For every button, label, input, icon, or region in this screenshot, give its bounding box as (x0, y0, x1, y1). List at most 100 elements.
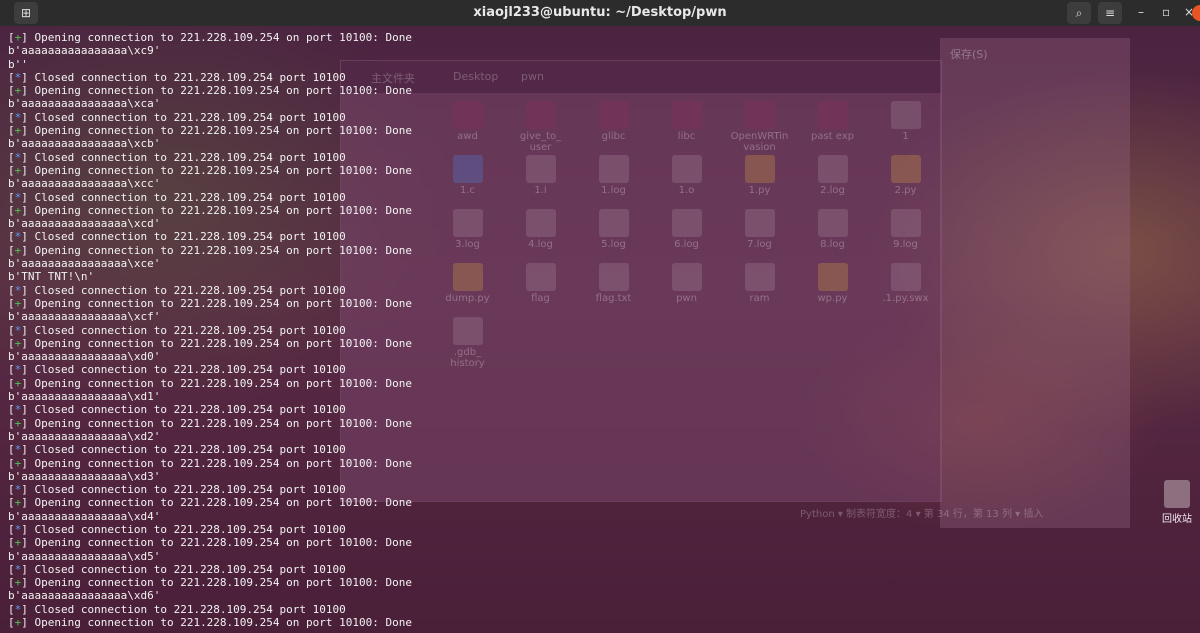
status-plus-marker: [+] (8, 536, 35, 550)
terminal-line: [*] Closed connection to 221.228.109.254… (8, 563, 1198, 576)
terminal-line: [*] Closed connection to 221.228.109.254… (8, 230, 1198, 243)
status-plus-marker: [+] (8, 376, 35, 390)
search-button[interactable]: ⌕ (1067, 2, 1091, 24)
status-star-marker: [*] (8, 363, 35, 377)
terminal-line-text: b'' (8, 57, 28, 71)
terminal-line: [+] Opening connection to 221.228.109.25… (8, 457, 1198, 470)
terminal-line: b'aaaaaaaaaaaaaaaa\xd0' (8, 350, 1198, 363)
terminal-line-text: Closed connection to 221.228.109.254 por… (34, 483, 346, 497)
status-plus-marker: [+] (8, 84, 35, 98)
status-plus-marker: [+] (8, 616, 35, 630)
terminal-line: [+] Opening connection to 221.228.109.25… (8, 124, 1198, 137)
terminal-line-text: b'aaaaaaaaaaaaaaaa\xd3' (8, 469, 161, 483)
status-star-marker: [*] (8, 443, 35, 457)
terminal-line-text: Opening connection to 221.228.109.254 on… (34, 84, 413, 98)
search-icon: ⌕ (1075, 5, 1083, 20)
terminal-line-text: b'aaaaaaaaaaaaaaaa\xd1' (8, 390, 161, 404)
terminal-line: b'aaaaaaaaaaaaaaaa\xce' (8, 257, 1198, 270)
terminal-line-text: Opening connection to 221.228.109.254 on… (34, 203, 413, 217)
status-plus-marker: [+] (8, 456, 35, 470)
status-star-marker: [*] (8, 483, 35, 497)
terminal-line: b'TNT TNT!\n' (8, 270, 1198, 283)
terminal-line-text: Opening connection to 221.228.109.254 on… (34, 616, 413, 630)
terminal-line: b'aaaaaaaaaaaaaaaa\xd4' (8, 510, 1198, 523)
terminal-line-text: Opening connection to 221.228.109.254 on… (34, 124, 413, 138)
terminal-line-text: Closed connection to 221.228.109.254 por… (34, 70, 346, 84)
terminal-line-text: Closed connection to 221.228.109.254 por… (34, 190, 346, 204)
minimize-button[interactable]: – (1138, 5, 1144, 19)
terminal-line-text: b'aaaaaaaaaaaaaaaa\xd2' (8, 429, 161, 443)
terminal-line: [*] Closed connection to 221.228.109.254… (8, 324, 1198, 337)
terminal-line-text: Closed connection to 221.228.109.254 por… (34, 403, 346, 417)
terminal-line-text: Opening connection to 221.228.109.254 on… (34, 376, 413, 390)
terminal-line: [+] Opening connection to 221.228.109.25… (8, 244, 1198, 257)
status-plus-marker: [+] (8, 243, 35, 257)
terminal-line: [*] Closed connection to 221.228.109.254… (8, 363, 1198, 376)
maximize-button[interactable]: ▫ (1162, 5, 1170, 19)
terminal-line-text: Closed connection to 221.228.109.254 por… (34, 150, 346, 164)
terminal-line: [+] Opening connection to 221.228.109.25… (8, 377, 1198, 390)
terminal-line-text: b'aaaaaaaaaaaaaaaa\xcf' (8, 310, 161, 324)
status-plus-marker: [+] (8, 336, 35, 350)
terminal-line-text: Opening connection to 221.228.109.254 on… (34, 336, 413, 350)
terminal-line: b'aaaaaaaaaaaaaaaa\xcf' (8, 310, 1198, 323)
status-plus-marker: [+] (8, 496, 35, 510)
terminal-line: [*] Closed connection to 221.228.109.254… (8, 483, 1198, 496)
terminal-line: [+] Opening connection to 221.228.109.25… (8, 536, 1198, 549)
terminal-line: b'aaaaaaaaaaaaaaaa\xd3' (8, 470, 1198, 483)
terminal-line: b'aaaaaaaaaaaaaaaa\xc9' (8, 44, 1198, 57)
status-star-marker: [*] (8, 230, 35, 244)
terminal-titlebar: ⊞ xiaojl233@ubuntu: ~/Desktop/pwn ⌕ ≡ – … (0, 0, 1200, 26)
terminal-line: [+] Opening connection to 221.228.109.25… (8, 204, 1198, 217)
terminal-line-text: Closed connection to 221.228.109.254 por… (34, 323, 346, 337)
status-plus-marker: [+] (8, 576, 35, 590)
menu-button[interactable]: ≡ (1098, 2, 1122, 24)
status-star-marker: [*] (8, 283, 35, 297)
status-plus-marker: [+] (8, 296, 35, 310)
terminal-line: b'aaaaaaaaaaaaaaaa\xd2' (8, 430, 1198, 443)
terminal-line: b'aaaaaaaaaaaaaaaa\xcc' (8, 177, 1198, 190)
terminal-line: [+] Opening connection to 221.228.109.25… (8, 616, 1198, 629)
status-star-marker: [*] (8, 403, 35, 417)
status-plus-marker: [+] (8, 163, 35, 177)
terminal-line: [*] Closed connection to 221.228.109.254… (8, 191, 1198, 204)
terminal-line-text: Closed connection to 221.228.109.254 por… (34, 283, 346, 297)
terminal-line: [+] Opening connection to 221.228.109.25… (8, 337, 1198, 350)
status-star-marker: [*] (8, 150, 35, 164)
terminal-line: [*] Closed connection to 221.228.109.254… (8, 443, 1198, 456)
terminal-line-text: Opening connection to 221.228.109.254 on… (34, 416, 413, 430)
terminal-line: b'aaaaaaaaaaaaaaaa\xd6' (8, 589, 1198, 602)
status-plus-marker: [+] (8, 416, 35, 430)
status-plus-marker: [+] (8, 124, 35, 138)
terminal-line: [*] Closed connection to 221.228.109.254… (8, 71, 1198, 84)
terminal-line-text: Closed connection to 221.228.109.254 por… (34, 522, 346, 536)
terminal-line: [+] Opening connection to 221.228.109.25… (8, 164, 1198, 177)
terminal-line: b'aaaaaaaaaaaaaaaa\xd5' (8, 550, 1198, 563)
terminal-line-text: Opening connection to 221.228.109.254 on… (34, 31, 413, 44)
terminal-line: [*] Closed connection to 221.228.109.254… (8, 603, 1198, 616)
status-plus-marker: [+] (8, 203, 35, 217)
terminal-line: [*] Closed connection to 221.228.109.254… (8, 111, 1198, 124)
hamburger-menu-icon: ≡ (1104, 6, 1116, 20)
terminal-line-text: Opening connection to 221.228.109.254 on… (34, 536, 413, 550)
terminal-line-text: b'aaaaaaaaaaaaaaaa\xd0' (8, 350, 161, 364)
terminal-line: [+] Opening connection to 221.228.109.25… (8, 297, 1198, 310)
status-star-marker: [*] (8, 190, 35, 204)
terminal-line-text: Closed connection to 221.228.109.254 por… (34, 443, 346, 457)
terminal-output[interactable]: [+] Opening connection to 221.228.109.25… (8, 31, 1198, 631)
terminal-line-text: Closed connection to 221.228.109.254 por… (34, 363, 346, 377)
terminal-line: [+] Opening connection to 221.228.109.25… (8, 84, 1198, 97)
status-star-marker: [*] (8, 562, 35, 576)
terminal-line: [*] Closed connection to 221.228.109.254… (8, 523, 1198, 536)
terminal-line: b'aaaaaaaaaaaaaaaa\xcb' (8, 137, 1198, 150)
status-star-marker: [*] (8, 70, 35, 84)
terminal-line: b'' (8, 58, 1198, 71)
terminal-line: b'aaaaaaaaaaaaaaaa\xd1' (8, 390, 1198, 403)
terminal-line-text: Opening connection to 221.228.109.254 on… (34, 456, 413, 470)
terminal-line: [+] Opening connection to 221.228.109.25… (8, 496, 1198, 509)
status-star-marker: [*] (8, 522, 35, 536)
terminal-line-text: b'aaaaaaaaaaaaaaaa\xcb' (8, 137, 161, 151)
terminal-line-text: b'aaaaaaaaaaaaaaaa\xd6' (8, 589, 161, 603)
terminal-line-text: Opening connection to 221.228.109.254 on… (34, 296, 413, 310)
terminal-line-text: Opening connection to 221.228.109.254 on… (34, 576, 413, 590)
